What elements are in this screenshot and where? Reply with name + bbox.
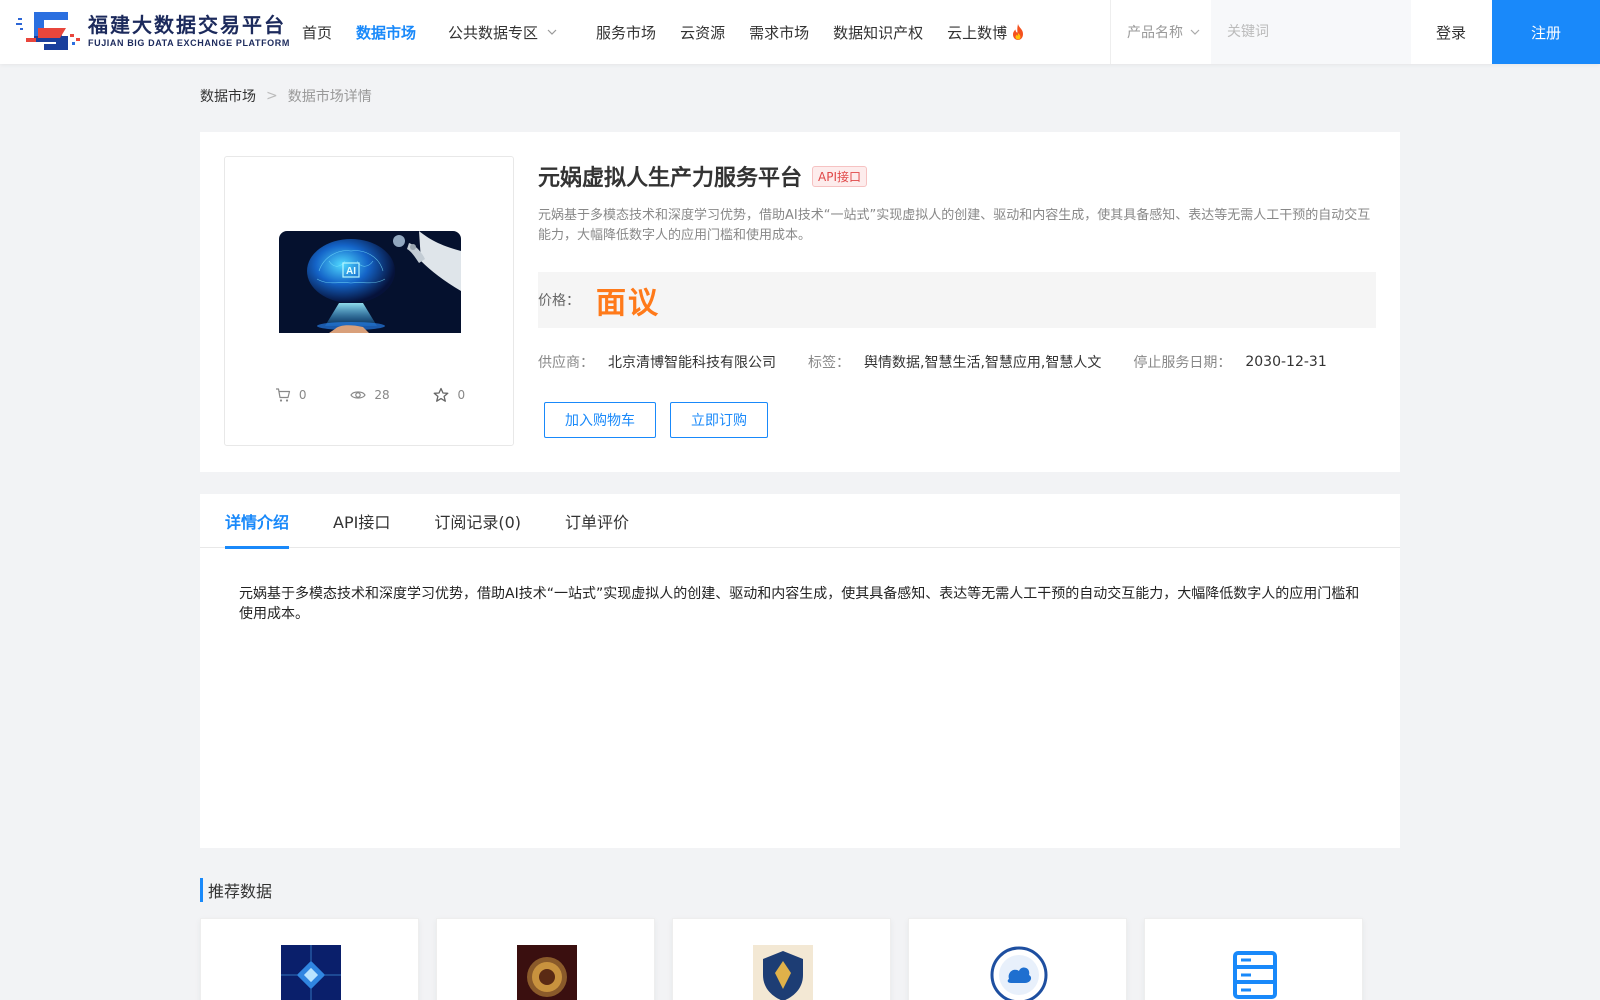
buy-now-button[interactable]: 立即订购 [670, 402, 768, 438]
price-label: 价格： [538, 293, 580, 309]
recommend-title: 推荐数据 [200, 878, 272, 902]
add-to-cart-button[interactable]: 加入购物车 [544, 402, 656, 438]
recommend-card[interactable] [672, 918, 891, 1000]
product-meta: 供应商： 北京清博智能科技有限公司 标签： 舆情数据,智慧生活,智慧应用,智慧人… [538, 352, 1376, 372]
end-date-value: 2030-12-31 [1245, 354, 1327, 370]
nav-data-market[interactable]: 数据市场 [356, 22, 416, 43]
stat-views: 28 [350, 387, 390, 403]
coin-icon [517, 945, 577, 1000]
logo-icon [16, 12, 80, 50]
nav-data-ip-label: 数据知识产权 [833, 23, 924, 42]
nav-data-market-label: 数据市场 [356, 23, 417, 42]
search-type-value: 产品名称 [1127, 25, 1183, 41]
nav-cloud-expo-label: 云上数博 [947, 23, 1008, 42]
fire-icon [1013, 24, 1024, 40]
breadcrumb-current: 数据市场详情 [287, 89, 372, 105]
nav-home[interactable]: 首页 [302, 22, 332, 43]
nav-demand-market-label: 需求市场 [749, 23, 810, 42]
recommend-list [200, 918, 1400, 1000]
product-info: 元娲虚拟人生产力服务平台 API接口 元娲基于多模态技术和深度学习优势，借助AI… [538, 156, 1376, 438]
tab-subscriptions[interactable]: 订阅记录(0) [434, 494, 521, 548]
weather-seal-icon [989, 945, 1049, 1000]
stat-cart-count: 0 [298, 388, 307, 402]
product-thumbnail-box: AI 0 28 0 [224, 156, 514, 446]
nav-demand-market[interactable]: 需求市场 [749, 22, 809, 43]
recommend-card[interactable] [200, 918, 419, 1000]
detail-text: 元娲基于多模态技术和深度学习优势，借助AI技术“一站式”实现虚拟人的创建、驱动和… [239, 586, 1360, 622]
product-image: AI [279, 231, 461, 333]
tab-reviews[interactable]: 订单评价 [565, 494, 629, 548]
nav-public-data-label: 公共数据专区 [448, 23, 539, 42]
logo-text: 福建大数据交易平台 FUJIAN BIG DATA EXCHANGE PLATF… [88, 13, 290, 49]
product-title: 元娲虚拟人生产力服务平台 [538, 166, 803, 191]
nav-cloud-expo[interactable]: 云上数博 [947, 22, 1026, 43]
nav-cloud-resource[interactable]: 云资源 [680, 22, 725, 43]
recommend-card[interactable] [908, 918, 1127, 1000]
shield-icon [753, 945, 813, 1000]
api-badge: API接口 [812, 165, 868, 187]
nav-home-label: 首页 [302, 23, 333, 42]
tags-value: 舆情数据,智慧生活,智慧应用,智慧人文 [864, 355, 1102, 371]
main-nav: 首页 数据市场 公共数据专区 服务市场 云资源 需求市场 数据知识产权 云上数博 [302, 0, 1050, 64]
search-type-select[interactable]: 产品名称 [1111, 22, 1211, 42]
recommend-card[interactable] [1144, 918, 1363, 1000]
breadcrumb-root[interactable]: 数据市场 [200, 86, 256, 106]
stat-views-count: 28 [374, 388, 390, 402]
register-button[interactable]: 注册 [1492, 0, 1600, 64]
chevron-down-icon [547, 29, 557, 35]
cart-icon [275, 388, 291, 402]
supplier-value: 北京清博智能科技有限公司 [608, 355, 776, 371]
action-buttons: 加入购物车 立即订购 [538, 402, 1376, 438]
chip-icon [281, 945, 341, 1000]
breadcrumb: 数据市场 > 数据市场详情 [200, 86, 372, 106]
server-icon [1233, 951, 1277, 999]
stat-cart: 0 [275, 387, 307, 403]
recommend-card[interactable] [436, 918, 655, 1000]
product-stats: 0 28 0 [225, 387, 515, 403]
detail-card: 详情介绍 API接口 订阅记录(0) 订单评价 元娲基于多模态技术和深度学习优势… [200, 494, 1400, 848]
supplier-label: 供应商： [538, 355, 594, 371]
nav-cloud-resource-label: 云资源 [680, 23, 726, 42]
product-card: AI 0 28 0 元娲虚拟人生产力服务平台 API接口 元娲基于多模态技术和深… [200, 132, 1400, 472]
nav-service-market[interactable]: 服务市场 [596, 22, 656, 43]
site-logo[interactable]: 福建大数据交易平台 FUJIAN BIG DATA EXCHANGE PLATF… [16, 8, 290, 54]
end-date-label: 停止服务日期： [1133, 355, 1232, 371]
tab-details[interactable]: 详情介绍 [225, 494, 290, 549]
title-row: 元娲虚拟人生产力服务平台 API接口 [538, 156, 1376, 196]
nav-service-market-label: 服务市场 [596, 23, 657, 42]
search-input[interactable] [1227, 24, 1401, 40]
top-header: 福建大数据交易平台 FUJIAN BIG DATA EXCHANGE PLATF… [0, 0, 1600, 64]
stat-favorites[interactable]: 0 [433, 387, 465, 403]
logo-title-en: FUJIAN BIG DATA EXCHANGE PLATFORM [88, 38, 290, 48]
svg-text:AI: AI [346, 266, 356, 277]
tags-label: 标签： [808, 355, 850, 371]
detail-tabs: 详情介绍 API接口 订阅记录(0) 订单评价 [200, 494, 1400, 549]
nav-public-data[interactable]: 公共数据专区 [448, 22, 558, 43]
product-description: 元娲基于多模态技术和深度学习优势，借助AI技术“一站式”实现虚拟人的创建、驱动和… [538, 208, 1371, 243]
eye-icon [350, 391, 367, 399]
login-button[interactable]: 登录 [1410, 0, 1492, 64]
search-area: 产品名称 [1110, 0, 1411, 64]
search-input-wrap [1211, 0, 1411, 64]
stat-favorites-count: 0 [457, 388, 466, 402]
price-value: 面议 [596, 286, 660, 321]
chevron-down-icon [1190, 29, 1200, 35]
nav-data-ip[interactable]: 数据知识产权 [833, 22, 923, 43]
logo-title-cn: 福建大数据交易平台 [88, 13, 286, 37]
tab-api[interactable]: API接口 [333, 494, 390, 548]
price-bar: 价格： 面议 [538, 272, 1376, 328]
star-icon [434, 387, 449, 402]
breadcrumb-separator: > [266, 88, 278, 104]
